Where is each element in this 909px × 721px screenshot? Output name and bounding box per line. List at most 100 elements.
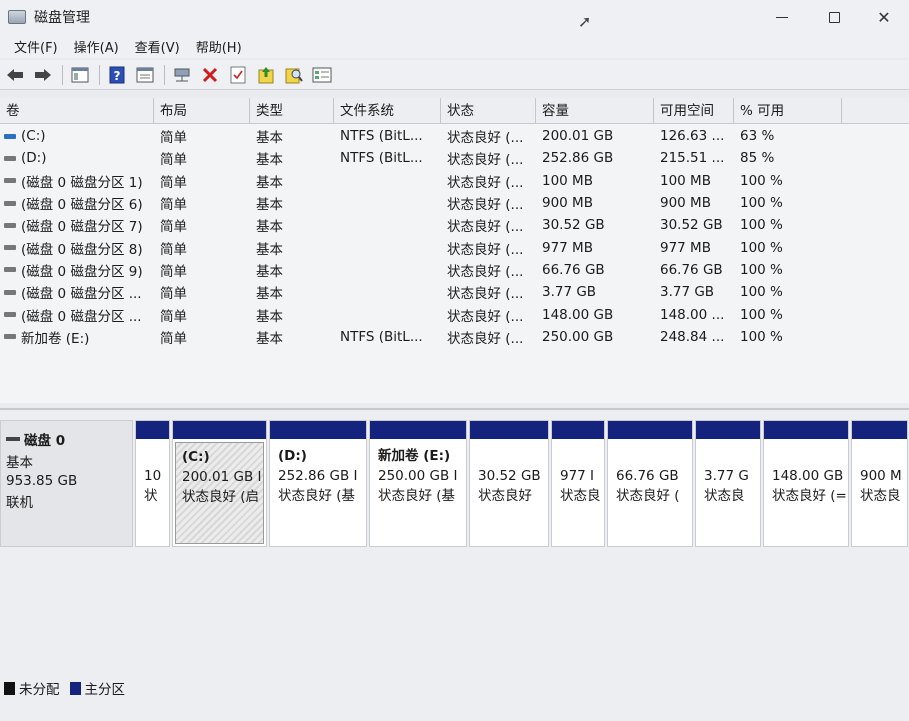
- volume-row[interactable]: (磁盘 0 磁盘分区 9) 简单 基本 状态良好 (... 66.76 GB 66.76 …: [0, 259, 909, 281]
- connect-icon: [174, 68, 190, 81]
- cell-layout: 简单: [160, 263, 187, 280]
- back-icon: [7, 68, 23, 81]
- properties-button[interactable]: [134, 64, 156, 86]
- partition-block[interactable]: (D:) 252.86 GB I 状态良好 (基: [269, 420, 367, 547]
- volume-name: (磁盘 0 磁盘分区 ...: [21, 286, 142, 303]
- cell-layout: 简单: [160, 241, 187, 258]
- delete-button[interactable]: [199, 64, 221, 86]
- cell-capacity: 30.52 GB: [542, 217, 605, 234]
- connect-button[interactable]: [171, 64, 193, 86]
- partition-block[interactable]: 新加卷 (E:) 250.00 GB I 状态良好 (基: [369, 420, 467, 547]
- disk-graphical-view: 磁盘 0 基本 953.85 GB 联机 10 状 (C:) 200.01 GB I 状…: [0, 408, 909, 721]
- cell-free-space: 977 MB: [660, 239, 711, 256]
- volume-icon: [4, 312, 16, 318]
- partition-type-bar: [270, 421, 366, 439]
- column-header-type[interactable]: 类型: [250, 98, 334, 124]
- legend-swatch-unallocated: [4, 681, 15, 695]
- partition-body: 10 状: [138, 442, 167, 544]
- partition-block[interactable]: 977 I 状态良: [551, 420, 605, 547]
- cell-capacity: 200.01 GB: [542, 128, 614, 145]
- partition-size: 66.76 GB: [616, 468, 679, 484]
- volume-row[interactable]: (D:) 简单 基本 NTFS (BitL... 状态良好 (... 252.86 GB 2…: [0, 147, 909, 169]
- column-header-percent-free[interactable]: % 可用: [734, 98, 842, 124]
- toolbar-separator: [62, 64, 63, 85]
- menu-view[interactable]: 查看(V): [127, 37, 188, 56]
- properties-icon: [136, 67, 154, 82]
- title-bar: 磁盘管理 ➚ ✕: [0, 0, 909, 34]
- volume-row[interactable]: (磁盘 0 磁盘分区 1) 简单 基本 状态良好 (... 100 MB 100 MB 10…: [0, 170, 909, 192]
- disk-management-app-icon: [8, 10, 26, 24]
- maximize-button[interactable]: [809, 0, 859, 34]
- partition-type-bar: [608, 421, 692, 439]
- partition-block[interactable]: 10 状: [135, 420, 170, 547]
- checklist-icon: [230, 66, 246, 83]
- cell-percent-free: 85 %: [740, 150, 775, 167]
- partition-name: 新加卷 (E:): [378, 448, 451, 464]
- partition-body: 977 I 状态良: [554, 442, 602, 544]
- search-button[interactable]: [283, 64, 305, 86]
- close-button[interactable]: ✕: [859, 0, 909, 34]
- volume-icon: [4, 222, 16, 228]
- toolbar-separator: [99, 64, 100, 85]
- cell-percent-free: 100 %: [740, 284, 783, 301]
- volume-name: (磁盘 0 磁盘分区 1): [21, 174, 143, 191]
- list-view-button[interactable]: [311, 64, 333, 86]
- volume-row[interactable]: (磁盘 0 磁盘分区 ... 简单 基本 状态良好 (... 3.77 GB 3.77 G…: [0, 281, 909, 303]
- column-header-filesystem[interactable]: 文件系统: [334, 98, 441, 124]
- volume-icon: [4, 245, 16, 251]
- cell-status: 状态良好 (...: [447, 286, 524, 303]
- partition-block[interactable]: 3.77 G 状态良: [695, 420, 761, 547]
- partition-body: 900 M 状态良: [854, 442, 905, 544]
- volume-row[interactable]: (磁盘 0 磁盘分区 6) 简单 基本 状态良好 (... 900 MB 900 MB 10…: [0, 192, 909, 214]
- column-header-layout[interactable]: 布局: [154, 98, 250, 124]
- cell-volume: (磁盘 0 磁盘分区 7): [0, 215, 154, 235]
- cell-layout: 简单: [160, 130, 187, 147]
- partition-type-bar: [470, 421, 548, 439]
- cell-type: 基本: [256, 174, 283, 191]
- menu-file[interactable]: 文件(F): [6, 37, 66, 56]
- help-button[interactable]: ?: [106, 64, 128, 86]
- help-icon: ?: [109, 66, 125, 83]
- legend-label-unallocated: 未分配: [19, 682, 60, 698]
- minimize-button[interactable]: [755, 0, 809, 34]
- cell-percent-free: 100 %: [740, 306, 783, 323]
- column-header-volume[interactable]: 卷: [0, 98, 154, 124]
- volume-row[interactable]: (磁盘 0 磁盘分区 8) 简单 基本 状态良好 (... 977 MB 977 MB 10…: [0, 236, 909, 258]
- partition-status: 状态良好: [478, 488, 532, 504]
- column-header-free-space[interactable]: 可用空间: [654, 98, 734, 124]
- partition-block[interactable]: 900 M 状态良: [851, 420, 908, 547]
- partition-block[interactable]: 66.76 GB 状态良好 (: [607, 420, 693, 547]
- partition-body: (D:) 252.86 GB I 状态良好 (基: [272, 442, 364, 544]
- console-tree-button[interactable]: [69, 64, 91, 86]
- cell-free-space: 126.63 ...: [660, 128, 725, 145]
- menu-help[interactable]: 帮助(H): [188, 37, 250, 56]
- cell-type: 基本: [256, 152, 283, 169]
- column-header-status[interactable]: 状态: [441, 98, 536, 124]
- checklist-button[interactable]: [227, 64, 249, 86]
- cell-type: 基本: [256, 308, 283, 325]
- cell-type: 基本: [256, 286, 283, 303]
- cell-layout: 简单: [160, 330, 187, 347]
- forward-button[interactable]: [32, 64, 54, 86]
- volume-name: (磁盘 0 磁盘分区 6): [21, 197, 143, 214]
- volume-icon: [4, 133, 16, 139]
- volume-row[interactable]: (C:) 简单 基本 NTFS (BitL... 状态良好 (... 200.01 GB 1…: [0, 125, 909, 147]
- cell-percent-free: 100 %: [740, 261, 783, 278]
- volume-row[interactable]: (磁盘 0 磁盘分区 7) 简单 基本 状态良好 (... 30.52 GB 30.52 …: [0, 214, 909, 236]
- volume-name: (C:): [21, 128, 46, 145]
- column-header-capacity[interactable]: 容量: [536, 98, 654, 124]
- back-button[interactable]: [4, 64, 26, 86]
- volume-row[interactable]: (磁盘 0 磁盘分区 ... 简单 基本 状态良好 (... 148.00 GB 148.…: [0, 303, 909, 325]
- disk-0-label[interactable]: 磁盘 0 基本 953.85 GB 联机: [0, 420, 133, 547]
- menu-action[interactable]: 操作(A): [66, 37, 127, 56]
- volume-row[interactable]: 新加卷 (E:) 简单 基本 NTFS (BitL... 状态良好 (... 250.00…: [0, 326, 909, 348]
- partition-block[interactable]: 30.52 GB 状态良好: [469, 420, 549, 547]
- cell-volume: 新加卷 (E:): [0, 327, 154, 347]
- cell-volume: (D:): [0, 150, 154, 166]
- partition-block[interactable]: 148.00 GB 状态良好 (=: [763, 420, 849, 547]
- partition-block[interactable]: (C:) 200.01 GB I 状态良好 (启: [172, 420, 267, 547]
- partition-status: 状: [144, 488, 158, 504]
- window-title: 磁盘管理: [34, 10, 90, 26]
- volume-list-header: 卷 布局 类型 文件系统 状态 容量 可用空间 % 可用: [0, 98, 909, 124]
- import-button[interactable]: [255, 64, 277, 86]
